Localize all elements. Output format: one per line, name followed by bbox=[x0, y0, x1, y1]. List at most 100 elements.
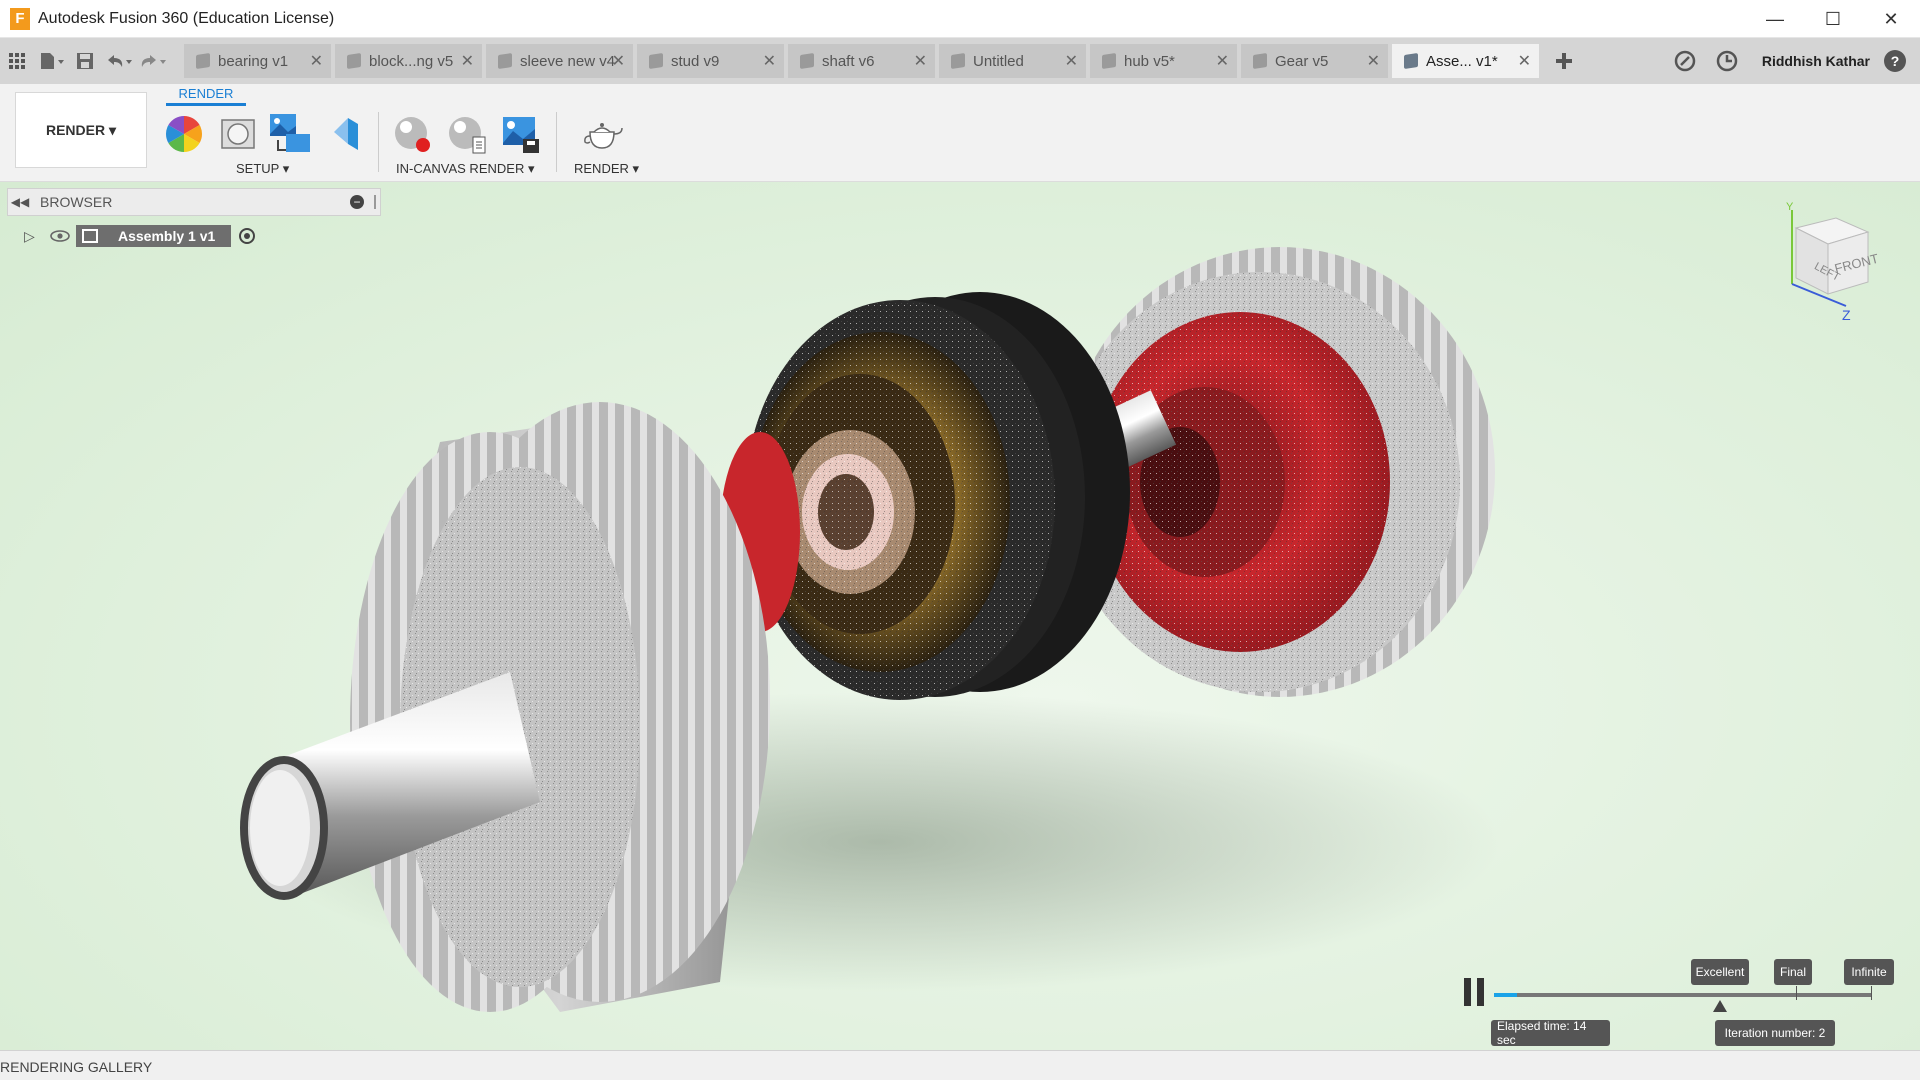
expand-node-icon[interactable]: ▷ bbox=[24, 228, 44, 245]
pause-render-button[interactable] bbox=[1464, 978, 1484, 1006]
assembly-icon bbox=[1404, 53, 1418, 69]
rendered-gear-assembly bbox=[240, 247, 1500, 1012]
redo-icon[interactable] bbox=[136, 38, 170, 84]
save-icon[interactable] bbox=[68, 38, 102, 84]
close-button[interactable]: ✕ bbox=[1862, 0, 1920, 38]
minimize-button[interactable]: — bbox=[1746, 0, 1804, 38]
tab-label: Asse... v1* bbox=[1426, 52, 1498, 70]
data-panel-grid-icon[interactable] bbox=[0, 38, 34, 84]
tab-gear[interactable]: Gear v5 ✕ bbox=[1241, 44, 1388, 78]
close-tab-icon[interactable]: ✕ bbox=[914, 51, 927, 71]
render-group-label[interactable]: RENDER ▾ bbox=[574, 161, 639, 177]
panel-grip-handle[interactable] bbox=[374, 195, 376, 209]
render-viewport[interactable] bbox=[0, 182, 1920, 1050]
toolbar-ribbon: RENDER RENDER ▾ SETUP ▾ IN-CANVAS RENDER… bbox=[0, 84, 1920, 182]
scene-settings-icon[interactable] bbox=[216, 112, 260, 156]
tab-shaft[interactable]: shaft v6 ✕ bbox=[788, 44, 935, 78]
infinite-tick bbox=[1871, 986, 1872, 1000]
viewcube[interactable]: LEFT FRONT Y Z bbox=[1772, 198, 1892, 328]
browser-title: BROWSER bbox=[40, 194, 113, 210]
rendering-gallery-bar[interactable]: RENDERING GALLERY bbox=[0, 1050, 1920, 1080]
component-icon bbox=[800, 53, 814, 69]
job-status-icon[interactable] bbox=[1706, 38, 1748, 84]
render-progress-fill bbox=[1494, 993, 1517, 997]
tab-stud[interactable]: stud v9 ✕ bbox=[637, 44, 784, 78]
tab-label: Gear v5 bbox=[1275, 52, 1329, 70]
in-canvas-render-settings-icon[interactable] bbox=[444, 112, 488, 156]
close-tab-icon[interactable]: ✕ bbox=[1216, 51, 1229, 71]
left-gear bbox=[350, 402, 770, 1012]
close-tab-icon[interactable]: ✕ bbox=[461, 51, 474, 71]
component-icon bbox=[649, 53, 663, 69]
component-icon bbox=[347, 53, 361, 69]
center-coupling bbox=[720, 292, 1130, 700]
tab-label: shaft v6 bbox=[822, 52, 875, 70]
component-icon bbox=[196, 53, 210, 69]
setup-group-label[interactable]: SETUP ▾ bbox=[236, 161, 289, 177]
rendering-gallery-label[interactable]: RENDERING GALLERY bbox=[0, 1059, 152, 1075]
render-teapot-icon[interactable] bbox=[582, 112, 626, 156]
browser-root-node[interactable]: ▷ Assembly 1 v1 bbox=[24, 224, 256, 248]
fusion-logo-icon: F bbox=[10, 7, 30, 30]
workspace-switcher-button[interactable]: RENDER ▾ bbox=[15, 92, 147, 168]
component-icon bbox=[498, 53, 512, 69]
title-bar: F Autodesk Fusion 360 (Education License… bbox=[0, 0, 1920, 38]
tab-untitled[interactable]: Untitled ✕ bbox=[939, 44, 1086, 78]
file-menu-icon[interactable] bbox=[34, 38, 68, 84]
appearance-icon[interactable] bbox=[162, 112, 206, 156]
activate-component-icon[interactable] bbox=[239, 228, 256, 244]
minimize-panel-icon[interactable]: − bbox=[350, 195, 364, 209]
tab-label: sleeve new v4 bbox=[520, 52, 616, 70]
tab-label: hub v5* bbox=[1124, 52, 1175, 70]
visibility-eye-icon[interactable] bbox=[50, 230, 70, 242]
assembly-node-label: Assembly 1 v1 bbox=[118, 228, 216, 244]
document-settings-icon bbox=[82, 229, 98, 243]
close-tab-icon[interactable]: ✕ bbox=[1065, 51, 1078, 71]
undo-icon[interactable] bbox=[102, 38, 136, 84]
in-canvas-render-group-label[interactable]: IN-CANVAS RENDER ▾ bbox=[396, 161, 534, 177]
tab-sleeve[interactable]: sleeve new v4 ✕ bbox=[486, 44, 633, 78]
extensions-icon[interactable] bbox=[1664, 38, 1706, 84]
tab-bearing[interactable]: bearing v1 ✕ bbox=[184, 44, 331, 78]
maximize-button[interactable]: ☐ bbox=[1804, 0, 1862, 38]
window-title: Autodesk Fusion 360 (Education License) bbox=[38, 9, 335, 27]
quality-excellent-button[interactable]: Excellent bbox=[1691, 959, 1749, 985]
in-canvas-render-start-icon[interactable] bbox=[390, 112, 434, 156]
tab-block[interactable]: block...ng v5 ✕ bbox=[335, 44, 482, 78]
browser-panel-header: ◀◀ BROWSER − bbox=[7, 188, 381, 216]
close-tab-icon[interactable]: ✕ bbox=[1518, 51, 1531, 71]
tab-render[interactable]: RENDER bbox=[166, 84, 246, 106]
separator bbox=[556, 112, 557, 172]
tab-hub[interactable]: hub v5* ✕ bbox=[1090, 44, 1237, 78]
quality-target-marker[interactable] bbox=[1713, 1000, 1727, 1012]
tab-label: bearing v1 bbox=[218, 52, 289, 70]
tab-label: block...ng v5 bbox=[369, 52, 454, 70]
collapse-panel-icon[interactable]: ◀◀ bbox=[8, 195, 32, 209]
texture-map-icon[interactable] bbox=[268, 112, 312, 156]
new-tab-icon[interactable] bbox=[1547, 38, 1581, 84]
elapsed-time-readout: Elapsed time: 14 sec bbox=[1491, 1019, 1610, 1047]
tab-label: stud v9 bbox=[671, 52, 720, 70]
assembly-node[interactable]: Assembly 1 v1 bbox=[76, 225, 232, 247]
document-tab-bar: bearing v1 ✕ block...ng v5 ✕ sleeve new … bbox=[0, 38, 1920, 84]
component-icon bbox=[951, 53, 965, 69]
tab-bar-right: Riddhish Kathar ? bbox=[1664, 38, 1920, 84]
close-tab-icon[interactable]: ✕ bbox=[310, 51, 323, 71]
close-tab-icon[interactable]: ✕ bbox=[612, 51, 625, 71]
quality-infinite-button[interactable]: Infinite bbox=[1844, 959, 1894, 985]
tab-assembly[interactable]: Asse... v1* ✕ bbox=[1392, 44, 1539, 78]
close-tab-icon[interactable]: ✕ bbox=[1367, 51, 1380, 71]
iteration-number-readout: Iteration number: 2 bbox=[1715, 1020, 1835, 1046]
decal-icon[interactable] bbox=[322, 112, 366, 156]
help-icon[interactable]: ? bbox=[1884, 50, 1906, 72]
viewcube-z-axis: Z bbox=[1842, 307, 1851, 323]
quality-final-button[interactable]: Final bbox=[1774, 959, 1812, 985]
separator bbox=[378, 112, 379, 172]
viewcube-y-axis: Y bbox=[1786, 201, 1794, 213]
final-tick bbox=[1796, 986, 1797, 1000]
tab-label: Untitled bbox=[973, 52, 1024, 70]
render-progress-track[interactable] bbox=[1494, 993, 1872, 997]
user-account-menu[interactable]: Riddhish Kathar bbox=[1762, 53, 1870, 69]
capture-image-icon[interactable] bbox=[498, 112, 542, 156]
close-tab-icon[interactable]: ✕ bbox=[763, 51, 776, 71]
